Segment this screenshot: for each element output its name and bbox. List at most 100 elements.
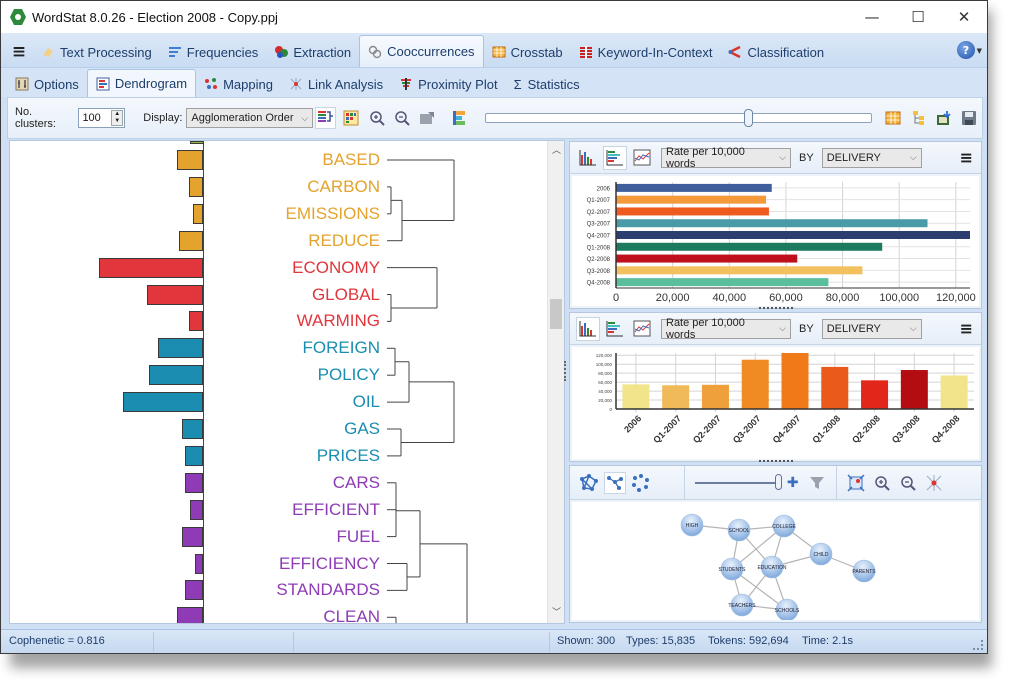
help-button[interactable]: ? [957,41,975,59]
by-select-1[interactable]: DELIVERY ⌵ [821,147,922,168]
force-layout-button[interactable] [578,472,600,494]
network-zoom-out-button[interactable] [897,472,919,494]
scrollbar-thumb[interactable] [550,299,562,329]
save-button[interactable] [959,107,980,129]
subtab-options[interactable]: Options [7,71,87,97]
zoom-in-button[interactable] [366,107,387,129]
subtab-dendrogram[interactable]: Dendrogram [86,69,197,97]
resize-grip-icon[interactable] [973,640,983,650]
maximize-button[interactable]: ☐ [895,1,941,33]
horizontal-bar-chart-button[interactable] [603,317,627,341]
node-link-button[interactable] [923,472,945,494]
chart-menu-button[interactable]: ≡ [960,319,973,338]
chevron-down-icon: ⌵ [779,152,786,162]
stepper-arrows-icon[interactable]: ▲ ▼ [111,110,124,126]
dendrogram-link [387,186,392,215]
table-view-button[interactable] [882,107,903,129]
window-title: WordStat 8.0.26 - Election 2008 - Copy.p… [32,9,278,25]
tab-frequencies[interactable]: Frequencies [160,37,267,67]
vertical-bar-chart-icon [579,149,596,165]
minimize-button[interactable]: — [849,1,895,33]
subtab-proximity-plot[interactable]: Proximity Plot [391,71,505,97]
network-zoom-slider-thumb[interactable] [775,473,782,490]
x-tick-label: 0 [613,292,619,304]
vertical-bar-chart-button[interactable] [576,316,600,341]
chart-menu-button[interactable]: ≡ [960,148,973,167]
display-label: Display: [143,112,183,124]
y-tick-label: Q4-2007 [587,234,611,240]
panel-resize-handle[interactable] [759,307,793,310]
circle-layout-button[interactable] [630,472,652,494]
line-chart-button[interactable] [630,317,654,341]
network-node[interactable]: SCHOOL [727,518,751,542]
y-tick-label: Q1-2007 [587,198,611,204]
subtab-statistics[interactable]: Σ Statistics [506,71,588,97]
measure-select-1[interactable]: Rate per 10,000 words ⌵ [661,146,791,170]
network-zoom-slider[interactable] [695,473,782,490]
main-menu-button[interactable]: ≡ [5,37,33,67]
by-label: BY [799,322,814,335]
clusters-stepper[interactable]: 100 ▲ ▼ [78,108,126,128]
tab-cooccurrences[interactable]: Cooccurrences [359,35,484,67]
dendrogram-link [387,428,402,457]
tokens-status: Tokens: 592,694 [708,635,789,647]
vertical-bar-chart-button[interactable] [576,146,600,170]
horizontal-bar-chart-button[interactable] [603,145,627,170]
tab-classification[interactable]: Classification [720,37,832,67]
network-node[interactable]: HIGH [680,513,704,537]
network-node[interactable]: EDUCATION [757,555,787,579]
panel-splitter-handle[interactable] [564,361,567,381]
heatmap-button[interactable] [340,107,361,129]
filter-button[interactable] [807,472,828,494]
options-icon [15,77,29,91]
scroll-up-icon[interactable]: ︿ [548,143,564,159]
crosstab-icon [492,45,506,59]
network-node[interactable]: COLLEGE [772,514,796,538]
sub-tab-bar: Options Dendrogram Mapping Link Analysis… [1,67,987,97]
tab-extraction[interactable]: Extraction [266,37,359,67]
y-tick-label: 2006 [597,186,611,192]
tab-crosstab[interactable]: Crosstab [484,37,571,67]
y-tick-label: 120,000 [596,353,613,358]
network-layout-icon [580,473,598,491]
cluster-slider-thumb[interactable] [744,109,754,127]
plus-icon[interactable]: ✚ [787,475,799,491]
y-tick-label: 100,000 [596,362,613,367]
network-node-label: CHILD [813,552,828,558]
x-tick-label: Q3-2008 [890,413,922,445]
line-chart-button[interactable] [630,146,654,170]
panel-resize-handle[interactable] [759,460,793,463]
zoom-out-button[interactable] [391,107,412,129]
bar [616,242,883,251]
fit-to-window-button[interactable] [845,472,867,494]
close-button[interactable]: ✕ [941,1,987,33]
clusters-value[interactable]: 100 [82,112,100,124]
help-dropdown-caret-icon[interactable]: ▼ [977,47,982,55]
scroll-down-icon[interactable]: ﹀ [548,605,564,621]
network-node[interactable]: CHILD [809,542,833,566]
measure-select-2[interactable]: Rate per 10,000 words ⌵ [661,317,791,341]
y-tick-label: Q3-2008 [587,269,611,275]
vertical-scrollbar[interactable]: ︿ ﹀ [547,141,564,623]
line-chart-icon [633,149,651,165]
network-node[interactable]: PARENTS [852,559,876,583]
tree-view-button[interactable] [908,107,929,129]
export-button[interactable] [933,107,954,129]
node-link-icon [926,474,942,491]
display-select[interactable]: Agglomeration Order ⌵ [186,108,314,128]
tree-layout-button[interactable] [604,471,626,494]
tab-keyword-in-context[interactable]: Keyword-In-Context [571,37,721,67]
subtab-link-analysis[interactable]: Link Analysis [281,71,391,97]
color-palette-button[interactable] [448,107,469,129]
bar [781,353,809,409]
dendrogram-view-button[interactable] [315,107,337,129]
network-node[interactable]: TEACHERS [728,593,756,617]
tab-text-processing[interactable]: Text Processing [33,37,160,67]
tab-label: Cooccurrences [387,44,475,59]
subtab-mapping[interactable]: Mapping [196,71,281,97]
by-select-2[interactable]: DELIVERY ⌵ [821,318,922,339]
network-node[interactable]: SCHOOLS [775,598,800,622]
export-image-button[interactable] [417,107,438,129]
network-zoom-in-button[interactable] [871,472,893,494]
cluster-slider[interactable] [485,109,873,127]
